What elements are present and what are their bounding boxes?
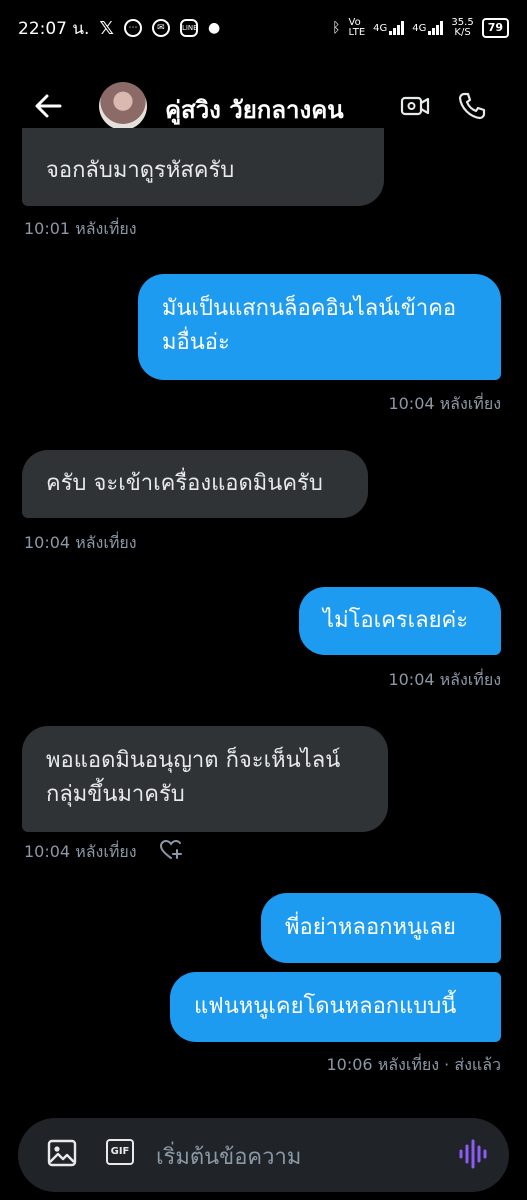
message-timestamp: 10:04 หลังเที่ยง	[24, 533, 137, 552]
message-bubble-incoming[interactable]: ครับ จะเข้าเครื่องแอดมินครับ	[22, 450, 368, 518]
notification-dot-icon: ●	[207, 20, 221, 36]
chat-title[interactable]: คู่สวิง วัยกลางคน	[165, 90, 344, 129]
message-bubble-incoming[interactable]: พอแอดมินอนุญาต ก็จะเห็นไลน์ กลุ่มขึ้นมาค…	[22, 726, 388, 832]
heart-plus-icon[interactable]	[158, 837, 184, 863]
gif-icon[interactable]: GIF	[106, 1139, 134, 1165]
bluetooth-icon: ᛒ	[332, 20, 341, 36]
avatar[interactable]	[99, 82, 147, 130]
image-icon[interactable]	[46, 1137, 78, 1169]
signal-bars-icon	[389, 21, 405, 35]
message-input[interactable]: เริ่มต้นข้อความ	[156, 1139, 301, 1174]
x-app-icon: 𝕏	[99, 17, 114, 39]
battery-indicator: 79	[481, 18, 509, 38]
message-bubble-outgoing[interactable]: พี่อย่าหลอกหนูเลย	[261, 893, 501, 963]
voice-wave-icon[interactable]	[457, 1138, 491, 1170]
video-call-icon[interactable]	[399, 90, 431, 122]
signal-bars-icon	[428, 21, 444, 35]
message-timestamp: 10:04 หลังเที่ยง	[24, 842, 137, 861]
volte-indicator: Vo LTE	[348, 17, 366, 38]
message-bubble-outgoing[interactable]: ไม่โอเครเลยค่ะ	[299, 587, 501, 655]
signal-4g-2: 4G	[412, 21, 444, 35]
signal-4g-1: 4G	[373, 21, 405, 35]
message-bubble-outgoing[interactable]: มันเป็นแสกนล็อคอินไลน์เข้าคอ มอื่นอ่ะ	[138, 274, 501, 380]
status-time: 22:07 น.	[18, 18, 90, 39]
message-composer[interactable]: GIF เริ่มต้นข้อความ	[18, 1118, 509, 1192]
phone-icon[interactable]	[456, 90, 488, 122]
status-bar: 22:07 น. 𝕏 ⋯ ✉ LINE ● ᛒ Vo LTE 4G 4G 35.…	[0, 0, 527, 56]
message-bubble-incoming[interactable]: จอกลับมาดูรหัสครับ	[22, 128, 384, 206]
message-timestamp: 10:06 หลังเที่ยง · ส่งแล้ว	[326, 1055, 502, 1074]
network-speed: 35.5 K/S	[451, 17, 474, 38]
message-timestamp: 10:04 หลังเที่ยง	[388, 670, 501, 689]
message-timestamp: 10:01 หลังเที่ยง	[24, 219, 137, 238]
message-timestamp: 10:04 หลังเที่ยง	[388, 394, 501, 413]
message-bubble-outgoing[interactable]: แฟนหนูเคยโดนหลอกแบบนี้	[170, 972, 501, 1042]
back-arrow-icon[interactable]	[30, 88, 66, 124]
line-app-icon: LINE	[179, 19, 198, 37]
chat-app-icon: ✉	[151, 19, 170, 37]
messenger-icon: ⋯	[123, 19, 142, 37]
